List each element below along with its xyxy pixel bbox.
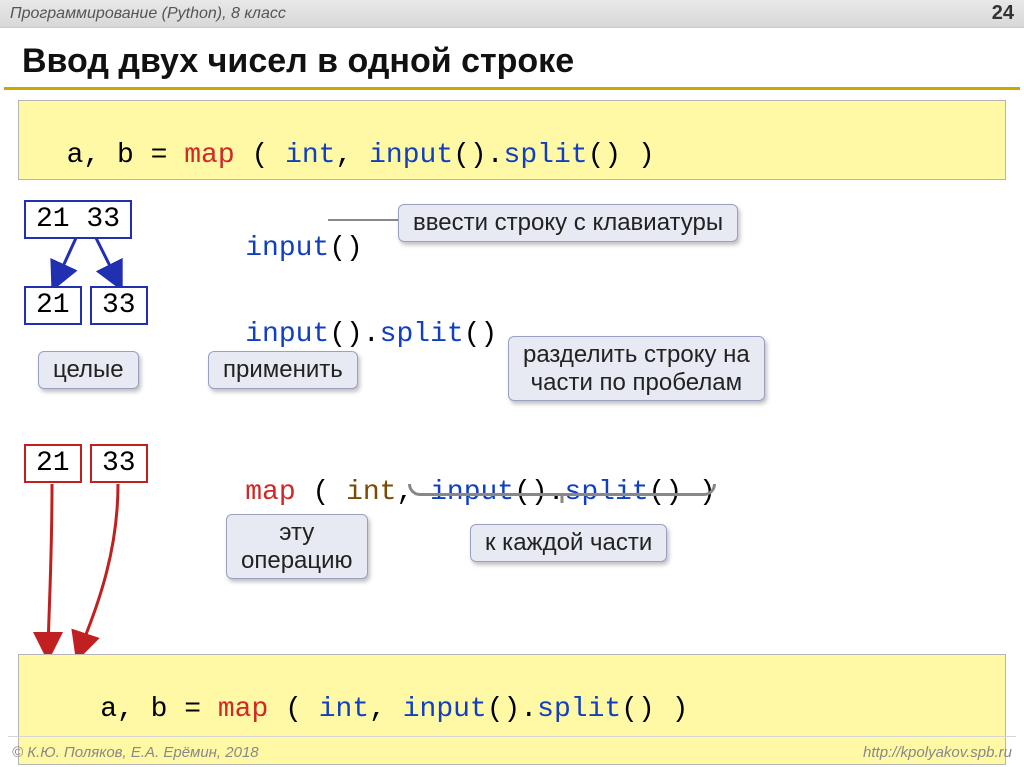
- callout-apply: применить: [208, 351, 358, 389]
- callout-input-desc: ввести строку с клавиатуры: [398, 204, 738, 242]
- input-box-combined: 21 33: [24, 200, 132, 239]
- page-number: 24: [992, 2, 1014, 25]
- underbrace-each: [408, 484, 716, 496]
- kw-int: int: [285, 140, 335, 171]
- footer-url: http://kpolyakov.spb.ru: [863, 744, 1012, 761]
- diagram-stage: 21 33 input() ввести строку с клавиатуры…: [18, 186, 1006, 746]
- kw-input: input: [369, 140, 453, 171]
- callout-each-part: к каждой части: [470, 524, 667, 562]
- slide-title: Ввод двух чисел в одной строке: [0, 28, 1024, 87]
- callout-int-label: целые: [38, 351, 139, 389]
- code-row1: input(): [178, 202, 363, 295]
- callout-split-desc: разделить строку на части по пробелам: [508, 336, 765, 401]
- code-lhs: a, b =: [67, 140, 185, 171]
- title-underline: [4, 87, 1020, 90]
- callout-this-op: эту операцию: [226, 514, 368, 579]
- copyright: © К.Ю. Поляков, Е.А. Ерёмин, 2018: [12, 744, 259, 761]
- code-lhs-b: a, b =: [100, 694, 218, 725]
- code-top: a, b = map ( int, input().split() ): [18, 100, 1006, 180]
- course-title: Программирование (Python), 8 класс: [10, 5, 286, 23]
- map-box-a: 21: [24, 444, 82, 483]
- footer-rule: [8, 736, 1016, 737]
- slide-header: Программирование (Python), 8 класс 24: [0, 0, 1024, 28]
- slide-footer: © К.Ю. Поляков, Е.А. Ерёмин, 2018 http:/…: [0, 744, 1024, 761]
- map-box-b: 33: [90, 444, 148, 483]
- split-box-b: 33: [90, 286, 148, 325]
- split-box-a: 21: [24, 286, 82, 325]
- kw-map: map: [184, 140, 234, 171]
- kw-split: split: [504, 140, 588, 171]
